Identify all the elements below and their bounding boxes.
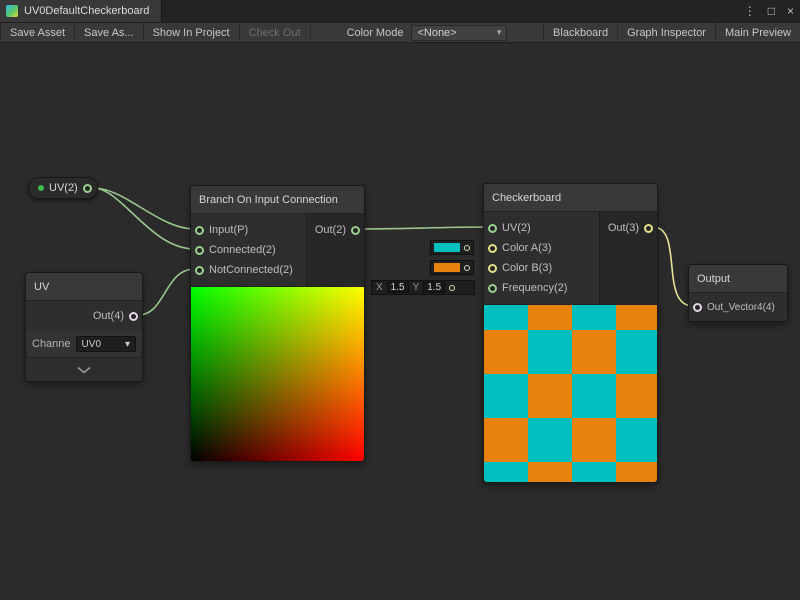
color-mode-value: <None>: [417, 27, 456, 39]
uv-channel-value: UV0: [82, 339, 101, 350]
frequency-y-field[interactable]: 1.5: [423, 282, 445, 293]
checkerboard-colorb-label: Color B(3): [502, 262, 552, 274]
color-b-swatch-widget[interactable]: [430, 260, 474, 275]
checkerboard-frequency-label: Frequency(2): [502, 282, 567, 294]
color-mode-label: Color Mode: [339, 23, 412, 42]
uv-channel-label: Channe: [32, 338, 71, 350]
checkerboard-uv-label: UV(2): [502, 222, 531, 234]
checkerboard-uv-port[interactable]: [488, 224, 497, 233]
shader-graph-asset-icon: [6, 5, 18, 17]
checkerboard-colorb-port[interactable]: [488, 264, 497, 273]
branch-node-title: Branch On Input Connection: [199, 194, 338, 206]
color-a-connector-dot: [464, 245, 470, 251]
property-pill-output-port[interactable]: [83, 184, 92, 193]
port-row: UV(2): [484, 218, 599, 238]
checkerboard-colora-label: Color A(3): [502, 242, 552, 254]
color-mode-dropdown[interactable]: <None> ▾: [411, 25, 507, 41]
checkerboard-frequency-port[interactable]: [488, 284, 497, 293]
property-pill-label: UV(2): [49, 182, 78, 194]
frequency-x-field[interactable]: 1.5: [387, 282, 409, 293]
uv-channel-dropdown[interactable]: UV0 ▾: [76, 336, 136, 352]
frequency-x-label: X: [376, 282, 383, 293]
checkerboard-out-label: Out(3): [608, 222, 639, 234]
tab-uv0defaultcheckerboard[interactable]: UV0DefaultCheckerboard: [0, 0, 162, 22]
port-row: Out_Vector4(4): [689, 293, 787, 321]
branch-connected-port[interactable]: [195, 246, 204, 255]
color-a-swatch[interactable]: [434, 243, 460, 252]
kebab-menu-icon[interactable]: ⋮: [744, 0, 756, 22]
checkerboard-node-title: Checkerboard: [492, 192, 561, 204]
chevron-down-icon: ▾: [125, 339, 130, 350]
save-asset-button[interactable]: Save Asset: [0, 23, 75, 42]
uv-out-port[interactable]: [129, 312, 138, 321]
port-row: Color B(3): [484, 258, 599, 278]
uv-node-collapse-toggle[interactable]: [26, 357, 142, 381]
graph-inspector-toggle-button[interactable]: Graph Inspector: [617, 23, 715, 42]
output-vector4-port[interactable]: [693, 303, 702, 312]
uv-node[interactable]: UV Out(4) Channe UV0 ▾: [25, 272, 143, 382]
checkerboard-colora-port[interactable]: [488, 244, 497, 253]
color-b-swatch[interactable]: [434, 263, 460, 272]
output-vector4-label: Out_Vector4(4): [707, 302, 775, 313]
color-b-connector-dot: [464, 265, 470, 271]
output-node[interactable]: Output Out_Vector4(4): [688, 264, 788, 322]
shader-graph-window: UV0DefaultCheckerboard ⋮ □ × Save Asset …: [0, 0, 800, 600]
branch-node-preview: [191, 286, 364, 461]
close-icon[interactable]: ×: [787, 0, 794, 22]
blackboard-toggle-button[interactable]: Blackboard: [543, 23, 617, 42]
branch-input-label: Input(P): [209, 224, 248, 236]
output-node-title: Output: [697, 273, 730, 285]
checkerboard-node[interactable]: Checkerboard UV(2) Color A(3) Color B(3): [483, 183, 658, 483]
check-out-button: Check Out: [240, 23, 311, 42]
port-row: Color A(3): [484, 238, 599, 258]
property-node-uv[interactable]: UV(2): [28, 177, 98, 199]
uv-out-label: Out(4): [93, 310, 124, 322]
maximize-icon[interactable]: □: [768, 0, 775, 22]
branch-out-label: Out(2): [315, 224, 346, 236]
chevron-down-icon: [76, 366, 92, 374]
port-row: Connected(2): [191, 240, 306, 260]
main-preview-toggle-button[interactable]: Main Preview: [715, 23, 800, 42]
save-as-button[interactable]: Save As...: [75, 23, 144, 42]
tab-bar: UV0DefaultCheckerboard ⋮ □ ×: [0, 0, 800, 22]
frequency-connector-dot: [449, 285, 455, 291]
checkerboard-node-header[interactable]: Checkerboard: [484, 184, 657, 212]
branch-connected-label: Connected(2): [209, 244, 276, 256]
exposed-property-dot-icon: [38, 185, 44, 191]
port-row: Input(P): [191, 220, 306, 240]
color-a-swatch-widget[interactable]: [430, 240, 474, 255]
branch-on-input-connection-node[interactable]: Branch On Input Connection Input(P) Conn…: [190, 185, 365, 462]
output-node-header[interactable]: Output: [689, 265, 787, 293]
branch-node-header[interactable]: Branch On Input Connection: [191, 186, 364, 214]
chevron-down-icon: ▾: [497, 27, 502, 38]
port-row: Out(3): [600, 218, 657, 238]
branch-input-port[interactable]: [195, 226, 204, 235]
uv-node-title: UV: [34, 281, 49, 293]
uv-node-header[interactable]: UV: [26, 273, 142, 301]
branch-notconnected-label: NotConnected(2): [209, 264, 293, 276]
branch-out-port[interactable]: [351, 226, 360, 235]
frequency-y-label: Y: [413, 282, 420, 293]
checkerboard-out-port[interactable]: [644, 224, 653, 233]
show-in-project-button[interactable]: Show In Project: [144, 23, 240, 42]
frequency-widget: X 1.5 Y 1.5: [371, 280, 475, 295]
checkerboard-node-preview: [484, 304, 657, 482]
port-row: Out(2): [307, 220, 364, 240]
branch-notconnected-port[interactable]: [195, 266, 204, 275]
tab-title: UV0DefaultCheckerboard: [24, 5, 149, 17]
port-row: Frequency(2): [484, 278, 599, 298]
toolbar: Save Asset Save As... Show In Project Ch…: [0, 22, 800, 43]
port-row: NotConnected(2): [191, 260, 306, 280]
